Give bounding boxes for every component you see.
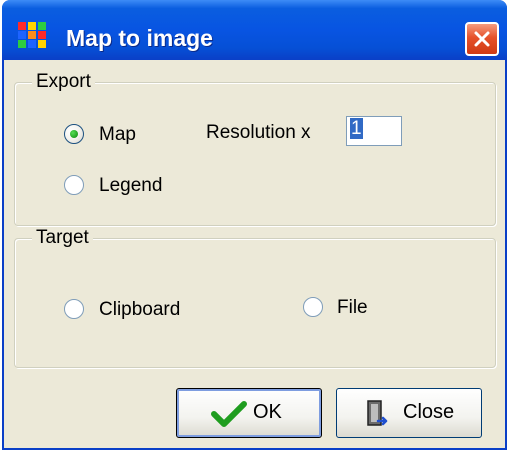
export-legend-radio[interactable]	[64, 175, 84, 195]
target-group	[14, 238, 496, 368]
export-map-radio[interactable]	[64, 124, 84, 144]
dialog-window: Map to image Export Map Resolution x 1 L…	[2, 0, 507, 450]
app-grid-icon	[18, 22, 46, 48]
resolution-input[interactable]: 1	[346, 116, 402, 146]
resolution-label: Resolution x	[206, 122, 311, 143]
target-clipboard-radio[interactable]	[64, 299, 84, 319]
window-close-button[interactable]	[465, 22, 499, 56]
target-group-label: Target	[32, 227, 93, 249]
export-group	[14, 82, 496, 226]
export-legend-label[interactable]: Legend	[99, 175, 162, 197]
title-bar[interactable]: Map to image	[2, 0, 507, 60]
check-icon	[211, 401, 247, 427]
export-map-label[interactable]: Map	[99, 124, 136, 146]
ok-button[interactable]: OK	[176, 388, 322, 438]
close-button[interactable]: Close	[336, 388, 482, 438]
close-icon	[474, 31, 490, 47]
close-button-label: Close	[403, 401, 455, 423]
resolution-value: 1	[350, 118, 363, 139]
target-clipboard-label[interactable]: Clipboard	[99, 299, 180, 321]
ok-button-label: OK	[253, 401, 282, 423]
target-file-radio[interactable]	[303, 297, 323, 317]
door-exit-icon	[367, 400, 388, 426]
export-group-label: Export	[32, 71, 95, 93]
target-file-label[interactable]: File	[337, 297, 368, 319]
window-title: Map to image	[66, 25, 213, 51]
